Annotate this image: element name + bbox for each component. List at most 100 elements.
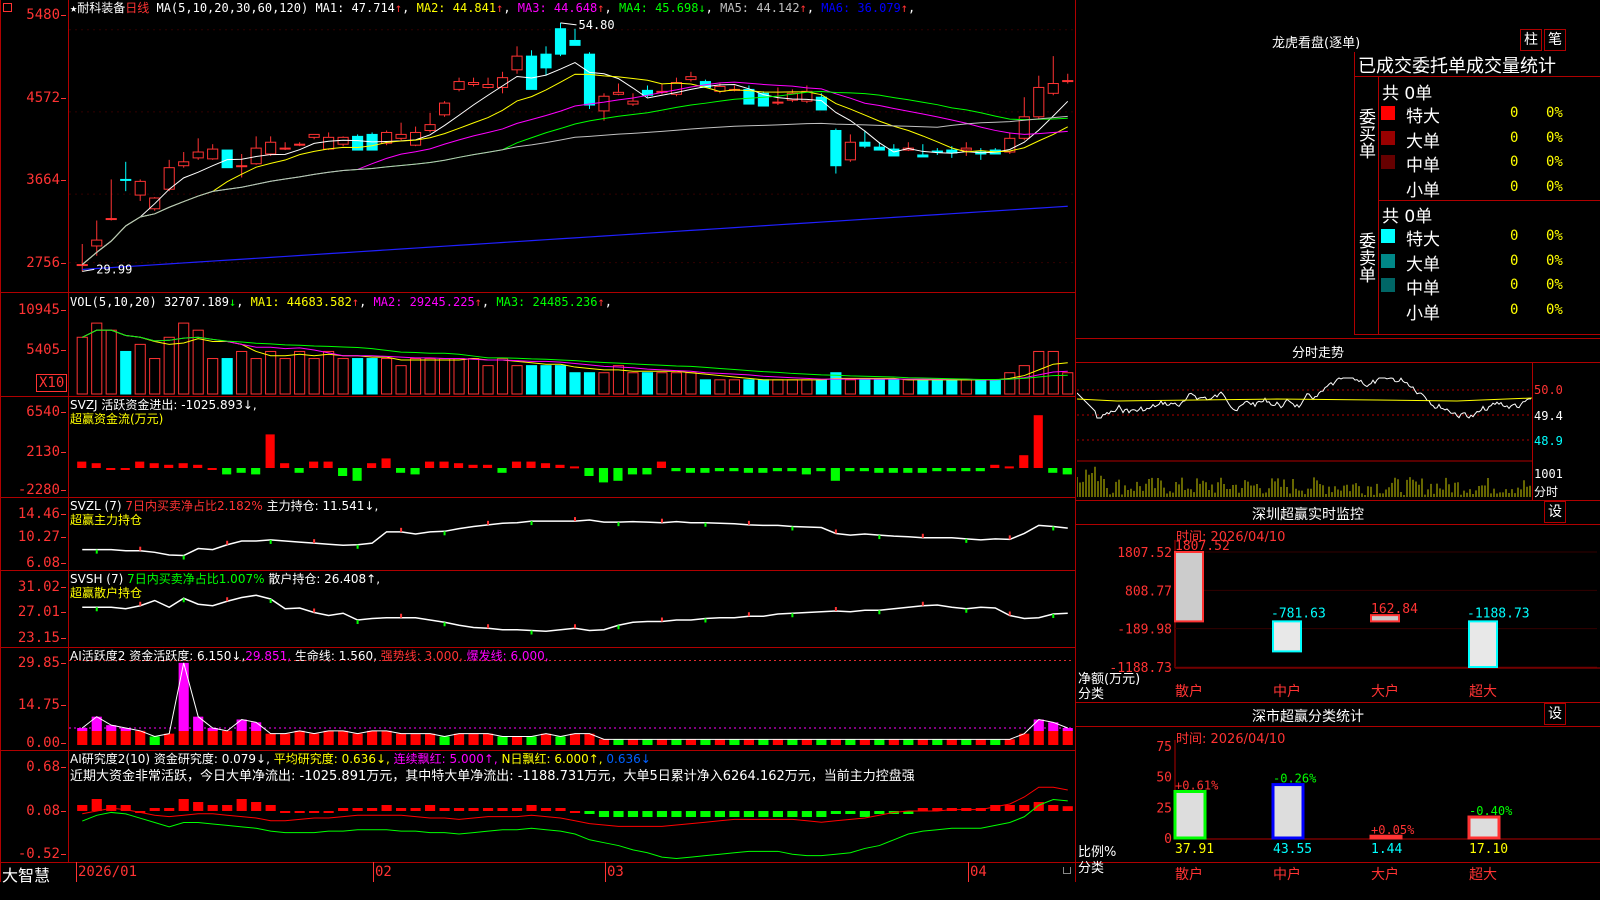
- volume-chart[interactable]: [69, 310, 1074, 396]
- activity-base-bar: [120, 731, 131, 745]
- volume-bar: [511, 365, 523, 395]
- candle-body: [844, 141, 856, 161]
- fund-flow-bar: [381, 458, 391, 468]
- intraday-volume-label: 1001: [1534, 467, 1563, 481]
- bar-toggle-button[interactable]: 柱: [1520, 29, 1542, 51]
- monitor-category: 超大: [1469, 684, 1497, 700]
- ma-value: MA5: 44.142: [712, 1, 800, 15]
- research-bar: [352, 808, 363, 811]
- candle-body: [627, 100, 639, 105]
- activity-bar: [236, 719, 247, 731]
- fund-flow-bar: [816, 468, 826, 472]
- monitor-y-tick: -1188.73: [1109, 661, 1172, 676]
- intraday-chart[interactable]: [1077, 363, 1532, 499]
- research-bar: [1062, 806, 1073, 811]
- period-label[interactable]: 日线: [125, 1, 149, 15]
- candlestick-chart[interactable]: 54.80 29.99: [69, 16, 1074, 290]
- fund-flow-bar: [801, 468, 811, 475]
- main-holding-chart[interactable]: [69, 499, 1074, 570]
- candle-body: [482, 84, 494, 88]
- research-bar: [801, 811, 812, 817]
- activity-base-bar: [946, 739, 957, 745]
- activity-base-bar: [1004, 739, 1015, 745]
- fund-flow-bar: [598, 468, 609, 483]
- activity-base-bar: [627, 739, 639, 745]
- fund-flow-bar: [396, 468, 406, 473]
- order-size-label: 小单: [1406, 180, 1440, 201]
- activity-base-bar: [743, 739, 754, 745]
- activity-base-bar: [482, 733, 494, 745]
- activity-base-bar: [453, 733, 465, 745]
- activity-base-bar: [569, 733, 581, 745]
- monitor-bar-chart[interactable]: 1807.52 808.77 -189.98 -1188.73 1807.52 散户 -78…: [1077, 540, 1600, 702]
- research-bar: [149, 808, 160, 811]
- fund-flow-bar: [251, 468, 261, 475]
- research-bar: [222, 805, 233, 811]
- research-bar: [613, 811, 624, 817]
- fund-flow-bar: [207, 468, 217, 470]
- fund-flow-bar: [874, 468, 884, 473]
- volume-bar: [670, 372, 683, 395]
- x-axis-label: 2026/01: [78, 864, 138, 880]
- fund-flow-bar: [338, 468, 348, 476]
- volume-bar: [279, 358, 291, 395]
- candle-body: [554, 28, 567, 55]
- monitor-settings-button[interactable]: 设: [1544, 501, 1566, 523]
- ai-research-chart[interactable]: [69, 785, 1074, 862]
- tick-toggle-button[interactable]: 笔: [1544, 29, 1566, 51]
- activity-base-bar: [338, 731, 349, 745]
- activity-base-bar: [714, 739, 725, 745]
- intraday-price-line: [1077, 377, 1532, 419]
- volume-bar: [873, 379, 885, 395]
- volume-bar: [1033, 350, 1045, 395]
- activity-base-bar: [932, 739, 943, 745]
- volume-bar: [743, 379, 755, 395]
- y-tick-label: 10945: [0, 302, 66, 318]
- volume-bar: [772, 379, 784, 395]
- stock-name[interactable]: ★耐科装备: [70, 1, 125, 15]
- class-y-tick: 0: [1164, 832, 1172, 847]
- monitor-y-tick: -189.98: [1117, 623, 1172, 638]
- activity-base-bar: [816, 739, 827, 745]
- volume-bar: [714, 379, 726, 395]
- order-size-label: 大单: [1406, 254, 1440, 275]
- ma-value: MA4: 45.698: [611, 1, 699, 15]
- sep: ,: [908, 1, 916, 15]
- ai-activity-chart[interactable]: [69, 660, 1074, 750]
- dragon-title: 龙虎看盘(逐单): [1272, 36, 1361, 51]
- classification-settings-button[interactable]: 设: [1544, 703, 1566, 725]
- monitor-title: 深圳超赢实时监控: [1252, 507, 1364, 523]
- fund-flow-bar: [584, 468, 594, 476]
- class-bar: [1467, 815, 1501, 840]
- fund-flow-chart[interactable]: [69, 398, 1074, 496]
- brand-logo[interactable]: 大智慧: [2, 862, 50, 886]
- research-bar: [381, 805, 392, 811]
- activity-base-bar: [164, 733, 175, 745]
- fund-flow-bar: [526, 461, 536, 468]
- activity-base-bar: [903, 739, 914, 745]
- retail-holding-chart[interactable]: [69, 572, 1074, 647]
- fund-flow-bar: [77, 461, 87, 468]
- activity-base-bar: [222, 731, 233, 745]
- research-bar: [178, 799, 189, 811]
- research-bar: [164, 808, 175, 811]
- research-bar: [511, 808, 523, 811]
- volume-bar: [540, 365, 552, 395]
- candle-body: [583, 53, 596, 106]
- lock-icon[interactable]: [1063, 867, 1071, 874]
- fund-flow-bar: [830, 468, 840, 481]
- volume-bar: [1004, 372, 1016, 395]
- activity-base-bar: [265, 733, 276, 745]
- y-tick-label: 23.15: [0, 630, 66, 646]
- research-bar: [338, 808, 349, 811]
- activity-base-bar: [772, 739, 783, 745]
- classification-bar-chart[interactable]: 75 50 25 0 +0.61% 37.91 散户 -0.26% 43.55 中户 +0.05% 1…: [1077, 740, 1600, 900]
- activity-base-bar: [613, 739, 624, 745]
- candle-body: [221, 149, 233, 169]
- monitor-category: 散户: [1175, 683, 1203, 700]
- candle-body: [192, 151, 204, 159]
- fund-flow-bar: [482, 464, 493, 468]
- volume-bar: [757, 379, 769, 395]
- research-bar: [1048, 805, 1059, 811]
- volume-bar: [641, 372, 654, 395]
